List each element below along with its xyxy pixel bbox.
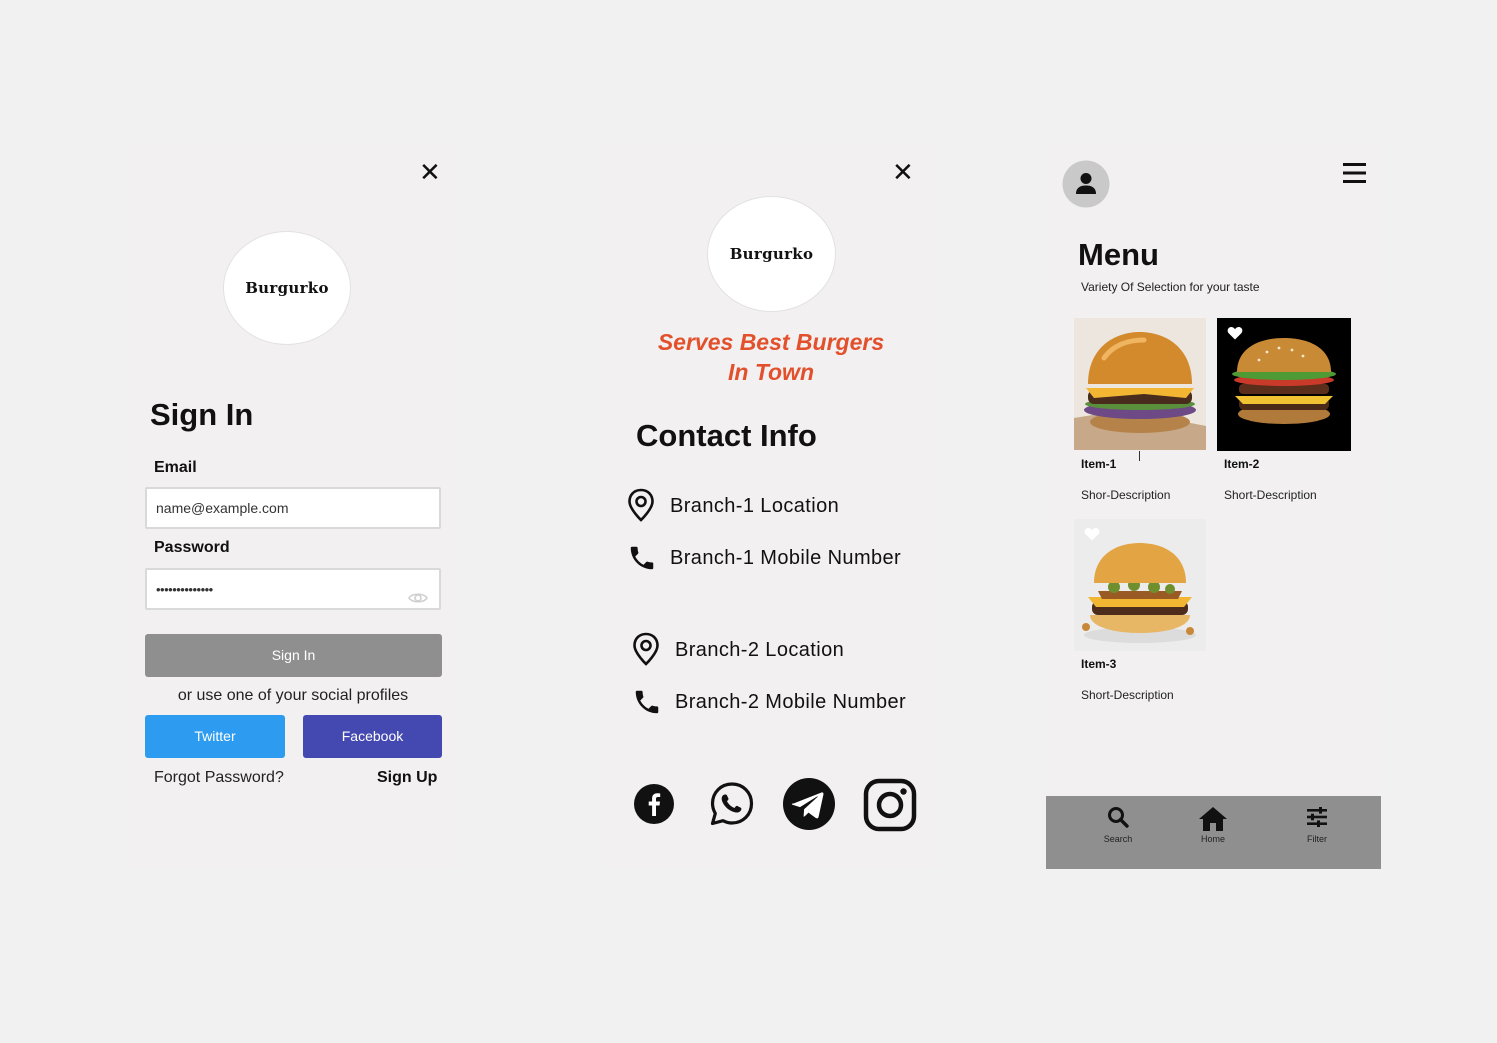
bottom-nav: Search Home Filter (1046, 796, 1381, 869)
menu-title: Menu (1078, 237, 1159, 272)
twitter-button[interactable]: Twitter (145, 715, 285, 758)
whatsapp-icon[interactable] (708, 780, 756, 833)
logo: Burgurko (223, 231, 351, 345)
item-2-name: Item-2 (1224, 457, 1260, 471)
email-placeholder: name@example.com (156, 500, 289, 516)
filter-icon (1306, 807, 1328, 832)
branch-1-location[interactable]: Branch-1 Location (670, 495, 839, 518)
close-icon[interactable]: ✕ (419, 160, 441, 186)
item-2-description: Short-Description (1224, 488, 1317, 502)
tagline: Serves Best Burgers In Town (603, 327, 939, 387)
search-icon (1107, 807, 1129, 832)
logo: Burgurko (707, 196, 836, 312)
email-field[interactable]: name@example.com (145, 487, 441, 529)
password-label: Password (154, 539, 230, 556)
branch-1-mobile[interactable]: Branch-1 Mobile Number (670, 547, 901, 570)
item-1-image[interactable] (1074, 318, 1206, 450)
eye-icon[interactable] (408, 581, 428, 619)
contact-title: Contact Info (636, 418, 817, 453)
menu-panel: Menu Variety Of Selection for your taste (1046, 143, 1381, 796)
tagline-line-1: Serves Best Burgers (657, 329, 885, 355)
contact-panel: ✕ Burgurko Serves Best Burgers In Town C… (603, 143, 939, 867)
password-field[interactable]: •••••••••••••• (145, 568, 441, 610)
home-icon (1198, 807, 1228, 835)
nav-filter[interactable]: Filter (1287, 806, 1347, 844)
item-1-name: Item-1 (1081, 457, 1117, 471)
signin-button[interactable]: Sign In (145, 634, 442, 677)
nav-home[interactable]: Home (1183, 806, 1243, 844)
cursor-mark (1139, 451, 1140, 461)
hamburger-menu-icon[interactable] (1343, 162, 1367, 189)
social-prompt: or use one of your social profiles (177, 687, 409, 704)
favorite-heart-icon[interactable] (1084, 527, 1100, 546)
nav-filter-label: Filter (1307, 834, 1327, 844)
phone-icon (627, 543, 657, 578)
tagline-line-2: In Town (727, 359, 814, 385)
signup-link[interactable]: Sign Up (377, 769, 437, 787)
close-icon[interactable]: ✕ (892, 160, 914, 186)
forgot-password-link[interactable]: Forgot Password? (154, 769, 284, 787)
signin-panel: ✕ Burgurko Sign In Email name@example.co… (127, 143, 459, 867)
password-value: •••••••••••••• (156, 582, 213, 597)
phone-icon (632, 687, 662, 722)
logo-text: Burgurko (729, 245, 814, 263)
nav-home-label: Home (1200, 834, 1225, 844)
page-title: Sign In (150, 397, 254, 432)
item-3-image[interactable] (1074, 519, 1206, 651)
item-2-image[interactable] (1217, 318, 1351, 451)
nav-search[interactable]: Search (1088, 806, 1148, 844)
telegram-icon[interactable] (782, 777, 836, 836)
item-3-name: Item-3 (1081, 657, 1117, 671)
facebook-button[interactable]: Facebook (303, 715, 442, 758)
item-1-description: Shor-Description (1081, 488, 1171, 502)
menu-subtitle: Variety Of Selection for your taste (1081, 280, 1260, 294)
favorite-heart-icon[interactable] (1227, 326, 1243, 345)
branch-2-location[interactable]: Branch-2 Location (675, 639, 844, 662)
email-label: Email (154, 459, 197, 476)
location-pin-icon (632, 632, 660, 671)
nav-search-label: Search (1103, 834, 1133, 844)
branch-2-mobile[interactable]: Branch-2 Mobile Number (675, 691, 906, 714)
facebook-icon[interactable] (633, 783, 675, 830)
logo-text: Burgurko (245, 279, 329, 297)
location-pin-icon (627, 488, 655, 527)
item-3-description: Short-Description (1081, 688, 1174, 702)
instagram-icon[interactable] (862, 777, 918, 838)
avatar[interactable] (1062, 160, 1110, 213)
